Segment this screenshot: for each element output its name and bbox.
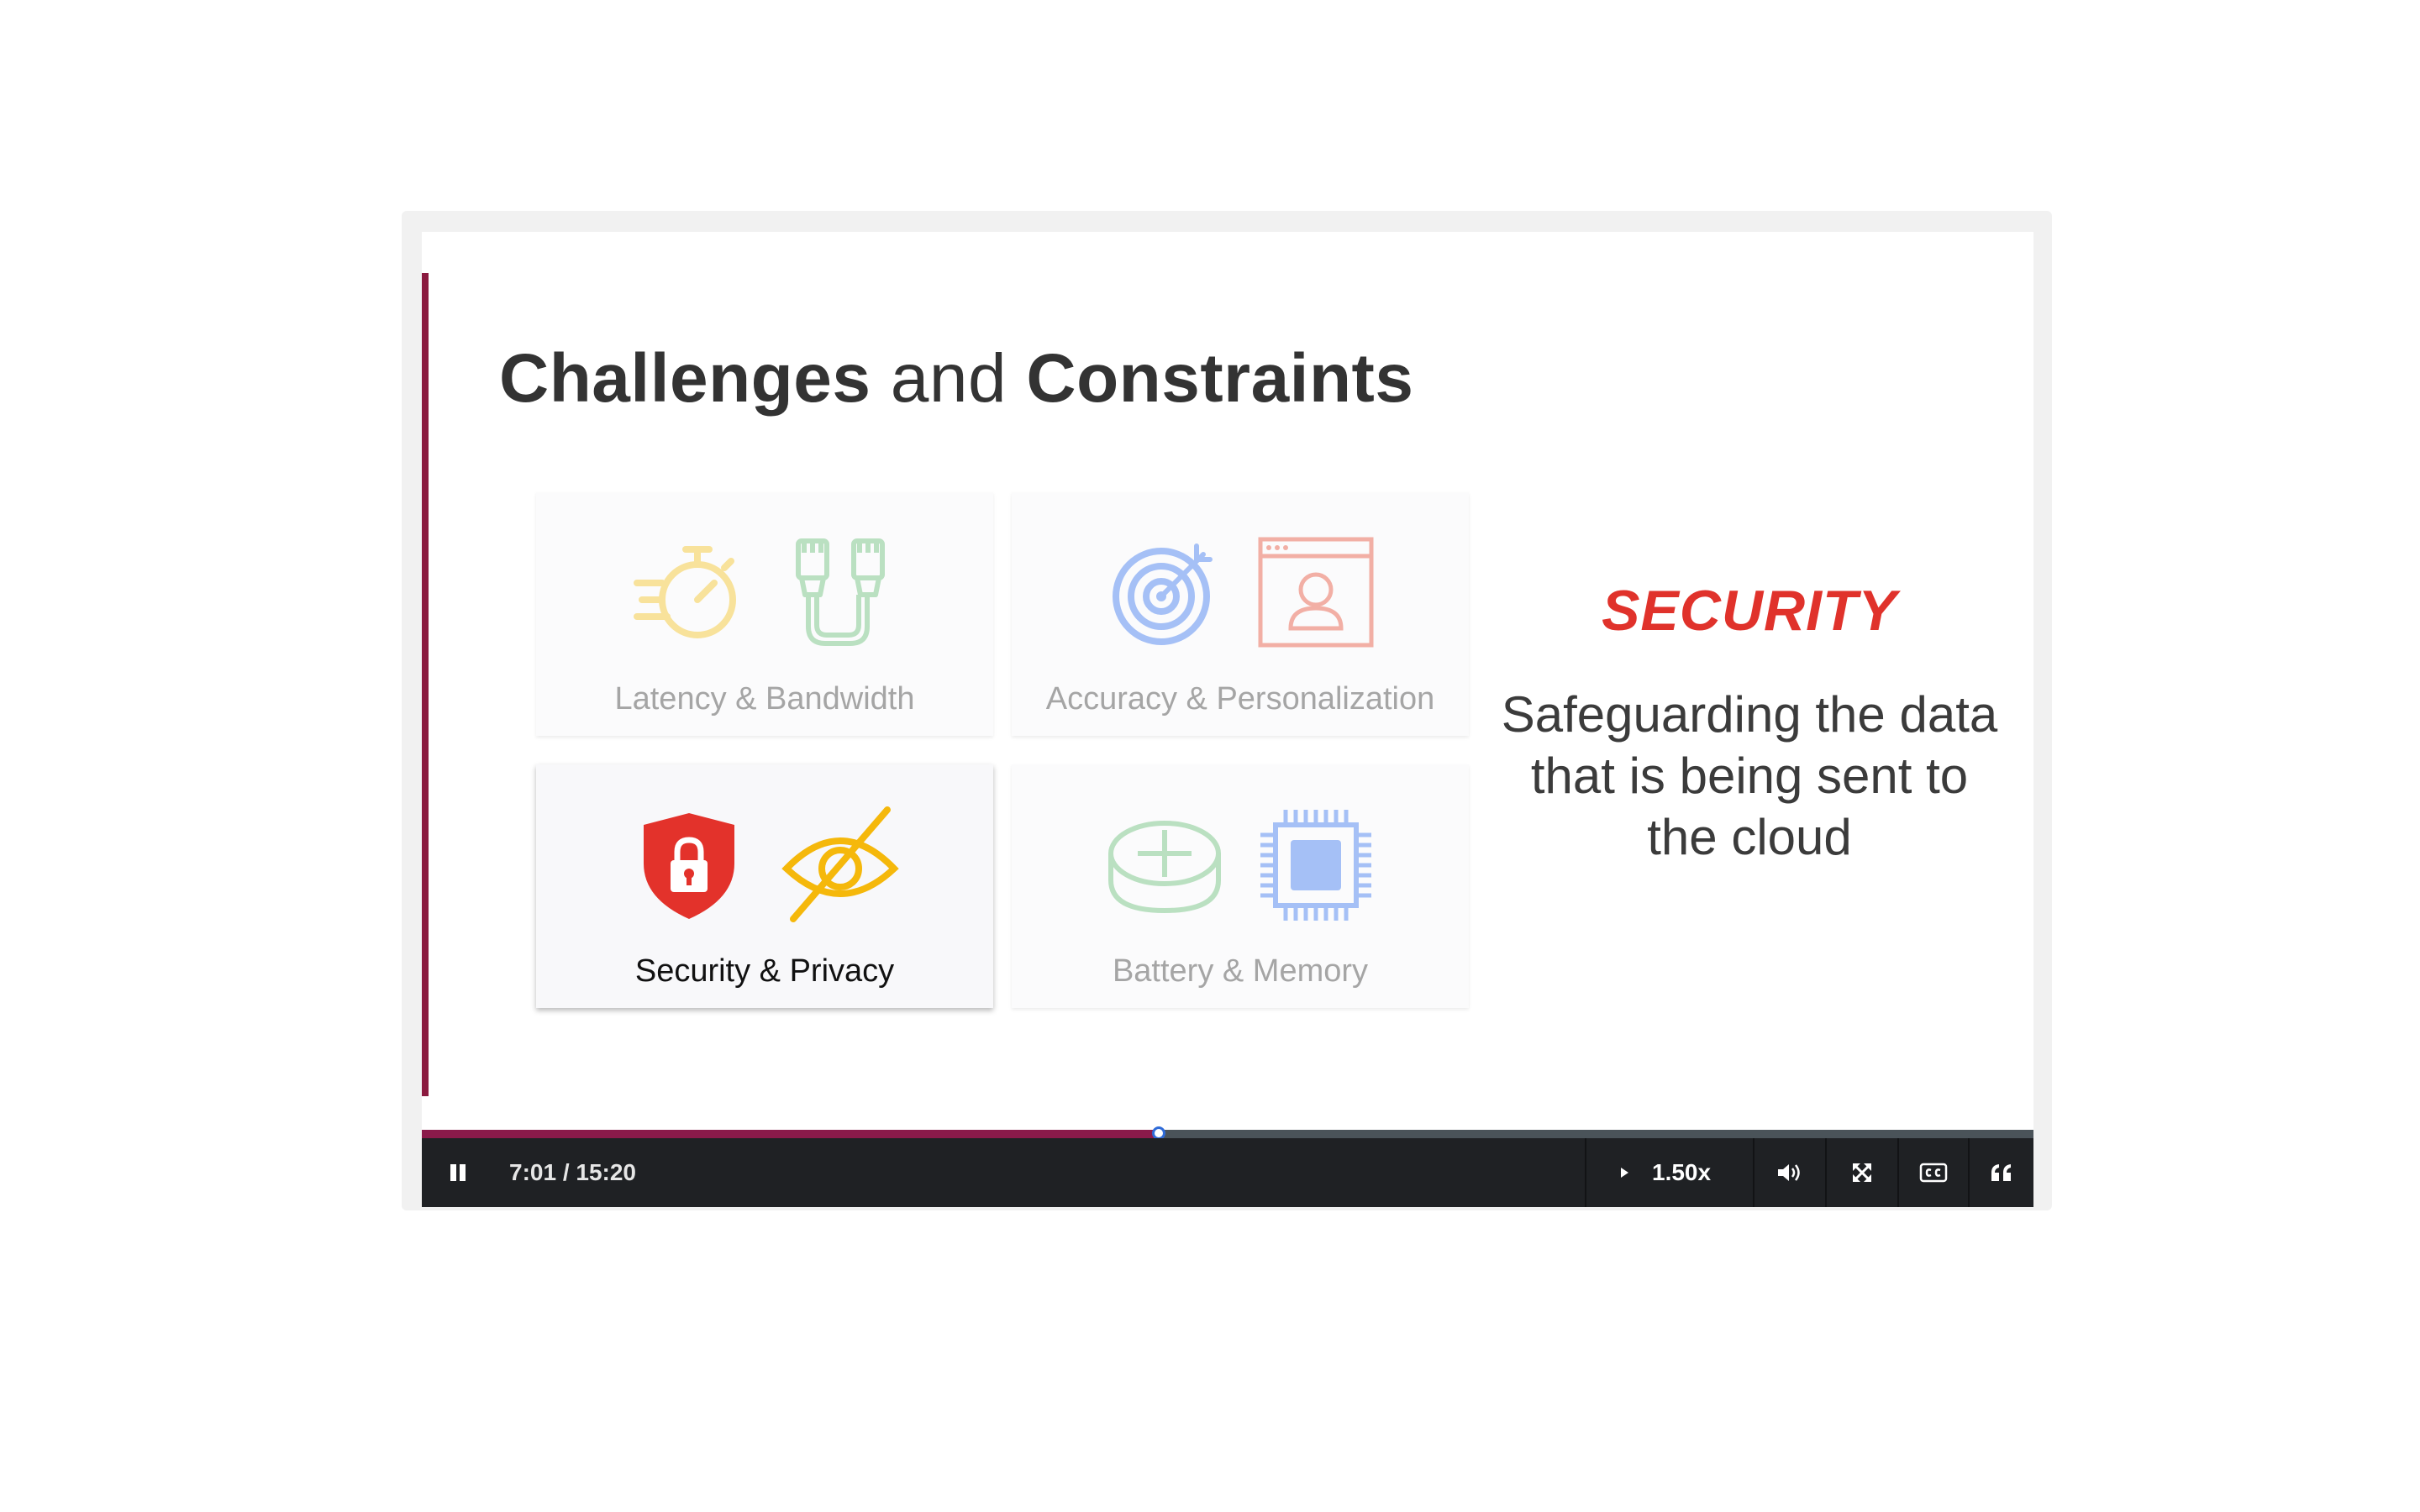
slide-title-part1: Challenges [499,340,871,417]
card-security-privacy: Security & Privacy [536,764,993,1008]
ethernet-cable-icon [796,538,885,646]
card-label: Latency & Bandwidth [614,681,915,717]
security-heading: SECURITY [1602,579,1897,643]
security-description: Safeguarding the data that is being sent… [1501,686,1998,865]
captions-button[interactable] [1899,1138,1968,1207]
slide-title-connector: and [871,340,1027,417]
speed-play-icon [1621,1168,1628,1178]
video-progress-bar[interactable] [422,1126,2033,1140]
playback-speed-button[interactable]: 1.50x [1586,1138,1753,1207]
volume-icon [1778,1164,1800,1181]
slide-title-part2: Constraints [1026,340,1414,417]
time-display: 7:01 / 15:20 [509,1159,636,1185]
slide-title: Challenges and Constraints [499,339,1413,418]
eye-off-icon [781,806,899,922]
target-icon [1113,543,1213,645]
fullscreen-icon [1853,1163,1871,1182]
card-latency-bandwidth: Latency & Bandwidth [536,492,993,736]
card-battery-memory: Battery & Memory [1012,764,1469,1008]
slide-accent-bar [422,273,429,1096]
card-label: Battery & Memory [1112,953,1369,989]
battery-disk-icon [1108,821,1221,914]
video-control-bar: 7:01 / 15:20 1.50x [422,1138,2033,1207]
card-label: Security & Privacy [634,953,895,989]
lock-shield-icon [644,813,734,919]
captions-icon [1919,1163,1948,1183]
fullscreen-button[interactable] [1827,1138,1897,1207]
progress-fill [422,1130,1159,1138]
slide-content: Challenges and Constraints Latency & Ban… [422,232,2033,1130]
pause-icon [450,1164,466,1181]
user-profile-window-icon [1258,537,1374,648]
pause-button[interactable] [422,1138,494,1207]
volume-button[interactable] [1754,1138,1825,1207]
card-label: Accuracy & Personalization [1045,681,1435,717]
stopwatch-icon [634,546,736,638]
playback-speed-value: 1.50x [1652,1159,1712,1185]
card-accuracy-personalization: Accuracy & Personalization [1012,492,1469,736]
transcript-button[interactable] [1970,1138,2033,1207]
transcript-quote-icon [1991,1164,2011,1181]
chip-icon [1260,810,1371,921]
